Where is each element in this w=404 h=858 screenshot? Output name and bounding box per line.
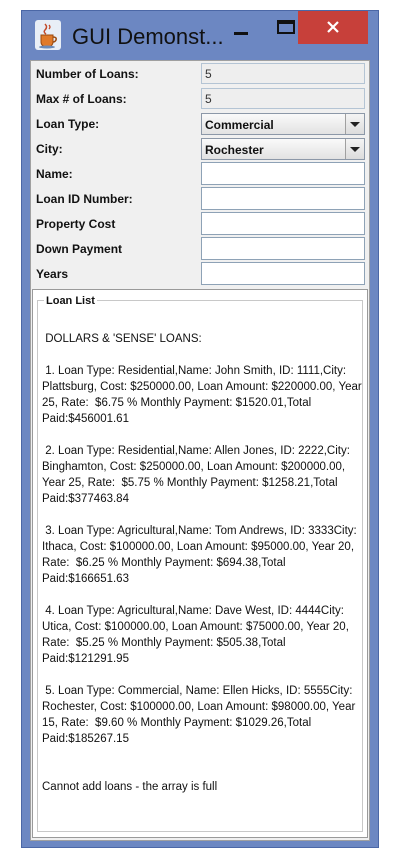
row-property-cost: Property Cost	[31, 211, 369, 235]
list-item: 5. Loan Type: Commercial, Name: Ellen Hi…	[42, 685, 359, 745]
city-select[interactable]: Rochester	[201, 138, 365, 160]
row-down-payment: Down Payment	[31, 236, 369, 260]
number-of-loans-field: 5	[201, 63, 365, 84]
chevron-down-icon	[350, 122, 360, 127]
close-icon	[327, 21, 339, 33]
window-title: GUI Demonst...	[72, 24, 224, 49]
content-panel: Number of Loans: 5 Max # of Loans: 5 Loa…	[30, 60, 370, 841]
max-loans-field: 5	[201, 88, 365, 109]
property-cost-input[interactable]	[201, 212, 365, 235]
down-payment-input[interactable]	[201, 237, 365, 260]
years-label: Years	[36, 267, 69, 281]
city-value: Rochester	[205, 143, 264, 157]
loan-type-label: Loan Type:	[36, 117, 100, 131]
city-label: City:	[36, 142, 63, 156]
loan-type-value: Commercial	[205, 118, 274, 132]
row-max-loans: Max # of Loans: 5	[31, 86, 369, 110]
chevron-down-icon	[350, 147, 360, 152]
row-loan-id: Loan ID Number:	[31, 186, 369, 210]
list-item: 1. Loan Type: Residential,Name: John Smi…	[42, 365, 365, 425]
row-name: Name:	[31, 161, 369, 185]
loan-list-title: Loan List	[44, 295, 97, 307]
down-payment-label: Down Payment	[36, 242, 123, 256]
row-years: Years	[31, 261, 369, 285]
close-button[interactable]	[298, 11, 368, 44]
loan-id-input[interactable]	[201, 187, 365, 210]
loan-list-header: DOLLARS & 'SENSE' LOANS:	[42, 333, 202, 345]
status-message: Cannot add loans - the array is full	[42, 781, 218, 793]
loan-id-label: Loan ID Number:	[36, 192, 133, 206]
row-loan-type: Loan Type: Commercial	[31, 111, 369, 135]
max-loans-label: Max # of Loans:	[36, 92, 127, 106]
name-input[interactable]	[201, 162, 365, 185]
java-cup-icon	[35, 20, 61, 50]
number-of-loans-label: Number of Loans:	[36, 67, 139, 81]
property-cost-label: Property Cost	[36, 217, 116, 231]
list-item: 4. Loan Type: Agricultural,Name: Dave We…	[42, 605, 353, 665]
app-window: GUI Demonst... Number of Loans: 5 Max # …	[21, 10, 379, 848]
row-number-of-loans: Number of Loans: 5	[31, 61, 369, 85]
years-input[interactable]	[201, 262, 365, 285]
city-dropdown-button[interactable]	[345, 139, 364, 159]
list-item: 3. Loan Type: Agricultural,Name: Tom And…	[42, 525, 360, 585]
loan-list-border: Loan List DOLLARS & 'SENSE' LOANS: 1. Lo…	[37, 295, 364, 832]
title-bar[interactable]: GUI Demonst...	[22, 11, 378, 60]
minimize-icon	[234, 32, 248, 35]
minimize-button[interactable]	[218, 11, 264, 43]
loan-type-dropdown-button[interactable]	[345, 114, 364, 134]
name-label: Name:	[36, 167, 73, 181]
loan-type-select[interactable]: Commercial	[201, 113, 365, 135]
list-item: 2. Loan Type: Residential,Name: Allen Jo…	[42, 445, 354, 505]
loan-list-text: DOLLARS & 'SENSE' LOANS: 1. Loan Type: R…	[42, 331, 364, 811]
loan-list-panel[interactable]: Loan List DOLLARS & 'SENSE' LOANS: 1. Lo…	[32, 289, 368, 838]
row-city: City: Rochester	[31, 136, 369, 160]
